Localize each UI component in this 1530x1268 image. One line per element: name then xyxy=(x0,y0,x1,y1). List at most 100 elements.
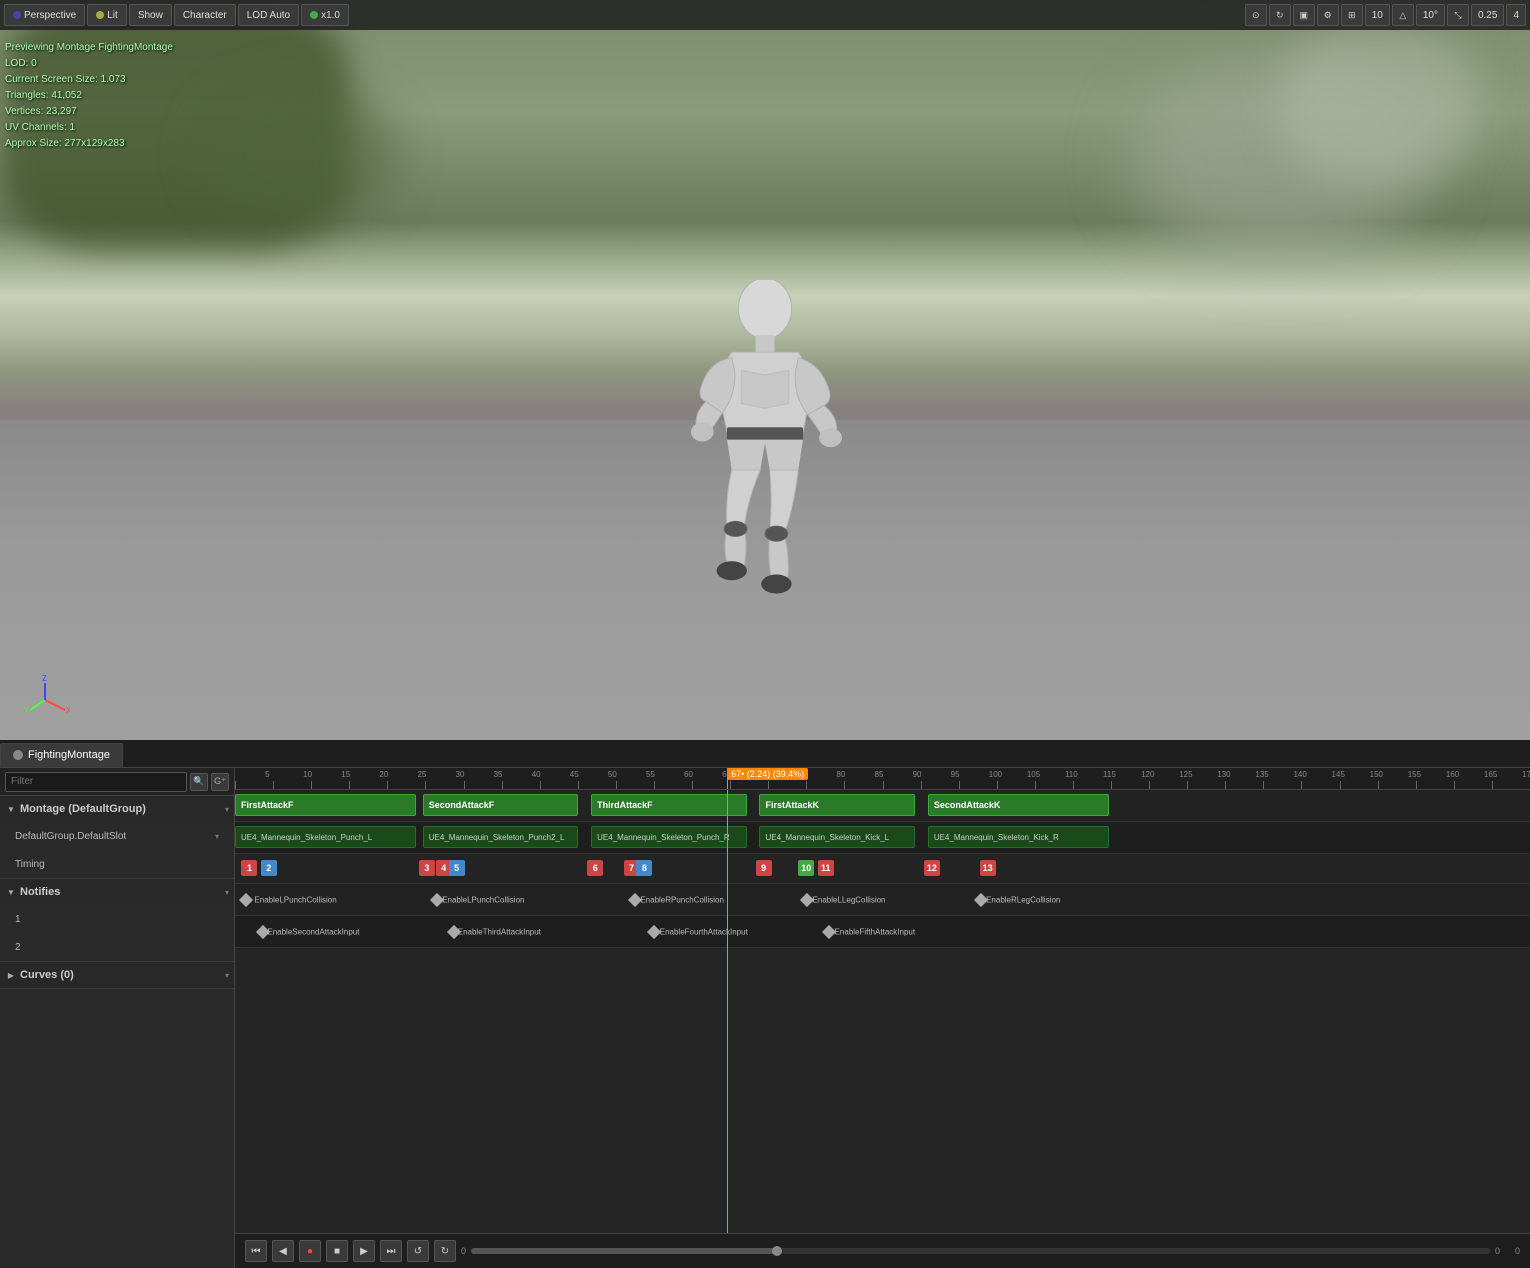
montage-segment[interactable]: ThirdAttackF xyxy=(591,794,746,816)
montage-section-header[interactable]: ▼ Montage (DefaultGroup) ▾ xyxy=(0,796,234,822)
record-btn[interactable]: ● xyxy=(299,1240,321,1262)
left-sidebar: 🔍 G⁺ ▼ Montage (DefaultGroup) ▾ DefaultG… xyxy=(0,768,235,1268)
timing-label: Timing xyxy=(15,859,219,870)
timing-row: 12345678910111213 xyxy=(235,854,1530,884)
grid-size[interactable]: 10 xyxy=(1365,4,1390,26)
default-slot-label: DefaultGroup.DefaultSlot xyxy=(15,831,215,842)
num-marker[interactable]: 12 xyxy=(924,860,940,876)
search-icon[interactable]: 🔍 xyxy=(190,773,208,791)
perspective-btn[interactable]: Perspective xyxy=(4,4,85,26)
lod-btn[interactable]: LOD Auto xyxy=(238,4,299,26)
slot-dropdown-arrow: ▾ xyxy=(215,832,219,841)
notifies-section-header[interactable]: ▼ Notifies ▾ xyxy=(0,879,234,905)
approx-size-stat: Approx Size: 277x129x283 xyxy=(5,136,173,152)
lit-btn[interactable]: Lit xyxy=(87,4,127,26)
num-marker[interactable]: 6 xyxy=(587,860,603,876)
scale-icon-btn[interactable]: ⤡ xyxy=(1447,4,1469,26)
playhead-position: (2.24) (39.4%) xyxy=(747,769,805,779)
speed-btn[interactable]: x1.0 xyxy=(301,4,349,26)
svg-text:Y: Y xyxy=(24,706,30,715)
scrubber-thumb[interactable] xyxy=(772,1246,782,1256)
triangles-stat: Triangles: 41,052 xyxy=(5,88,173,104)
stop-btn[interactable]: ■ xyxy=(326,1240,348,1262)
show-btn[interactable]: Show xyxy=(129,4,172,26)
preview-title: Previewing Montage FightingMontage xyxy=(5,40,173,56)
refresh-btn[interactable]: ↻ xyxy=(434,1240,456,1262)
viewport: Previewing Montage FightingMontage LOD: … xyxy=(0,0,1530,740)
num-marker[interactable]: 10 xyxy=(798,860,814,876)
grid-icon-btn[interactable]: ⊞ xyxy=(1341,4,1363,26)
anim-segment[interactable]: UE4_Mannequin_Skeleton_Punch_L xyxy=(235,826,416,848)
fighting-montage-tab[interactable]: FightingMontage xyxy=(0,743,123,767)
filter-bar: 🔍 G⁺ xyxy=(0,768,234,796)
anim-segment[interactable]: UE4_Mannequin_Skeleton_Kick_L xyxy=(759,826,914,848)
montage-section: ▼ Montage (DefaultGroup) ▾ DefaultGroup.… xyxy=(0,796,234,879)
notify-label: EnableFifthAttackInput xyxy=(835,928,916,937)
num-marker[interactable]: 8 xyxy=(636,860,652,876)
notify-diamond[interactable] xyxy=(239,893,253,907)
notify-1-label: 1 xyxy=(15,914,219,925)
curves-expand-arrow: ▶ xyxy=(5,969,17,981)
curves-section-header[interactable]: ▶ Curves (0) ▾ xyxy=(0,962,234,988)
speed-icon xyxy=(310,11,318,19)
timeline-ruler[interactable]: 67• (2.24) (39.4%) 051015202530354045505… xyxy=(235,768,1530,790)
add-icon[interactable]: G⁺ xyxy=(211,773,229,791)
camera-speed[interactable]: 4 xyxy=(1506,4,1526,26)
num-marker[interactable]: 2 xyxy=(261,860,277,876)
play-btn[interactable]: ▶ xyxy=(353,1240,375,1262)
anim-segment[interactable]: UE4_Mannequin_Skeleton_Punch_R xyxy=(591,826,746,848)
loop-btn[interactable]: ↺ xyxy=(407,1240,429,1262)
montage-section-label: Montage (DefaultGroup) xyxy=(20,803,146,815)
scale-value[interactable]: 0.25 xyxy=(1471,4,1504,26)
timing-item[interactable]: Timing xyxy=(0,850,234,878)
begin-btn[interactable]: ⏮ xyxy=(245,1240,267,1262)
camera-icon-btn[interactable]: ⊙ xyxy=(1245,4,1267,26)
filter-input[interactable] xyxy=(5,772,187,792)
scrubber-fill xyxy=(471,1248,777,1254)
num-marker[interactable]: 13 xyxy=(980,860,996,876)
anim-segment[interactable]: UE4_Mannequin_Skeleton_Punch2_L xyxy=(423,826,578,848)
default-slot-item[interactable]: DefaultGroup.DefaultSlot ▾ xyxy=(0,822,234,850)
settings-icon-btn[interactable]: ⚙ xyxy=(1317,4,1339,26)
notify-label: EnableRPunchCollision xyxy=(640,896,724,905)
notifies-section-label: Notifies xyxy=(20,886,60,898)
svg-text:Z: Z xyxy=(42,675,47,683)
rotate-icon-btn[interactable]: ↻ xyxy=(1269,4,1291,26)
rotation-value[interactable]: 10° xyxy=(1416,4,1445,26)
lod-stat: LOD: 0 xyxy=(5,56,173,72)
anim-segment[interactable]: UE4_Mannequin_Skeleton_Kick_R xyxy=(928,826,1109,848)
montage-segment[interactable]: FirstAttackF xyxy=(235,794,416,816)
montage-segment[interactable]: SecondAttackK xyxy=(928,794,1109,816)
grid-angle-icon[interactable]: △ xyxy=(1392,4,1414,26)
montage-segment[interactable]: SecondAttackF xyxy=(423,794,578,816)
scrubber-start: 0 xyxy=(461,1246,466,1256)
num-marker[interactable]: 1 xyxy=(241,860,257,876)
scrubber-area[interactable]: 0 0 xyxy=(461,1246,1500,1256)
notify-label: EnableSecondAttackInput xyxy=(267,928,359,937)
scrubber-bar[interactable] xyxy=(471,1248,1490,1254)
viewport-toolbar: Perspective Lit Show Character LOD Auto … xyxy=(0,0,1530,30)
montage-segment[interactable]: FirstAttackK xyxy=(759,794,914,816)
axes-indicator: X Y Z xyxy=(20,675,70,725)
viewport-info: Previewing Montage FightingMontage LOD: … xyxy=(5,40,173,152)
num-marker[interactable]: 5 xyxy=(449,860,465,876)
num-marker[interactable]: 9 xyxy=(756,860,772,876)
perspective-icon xyxy=(13,11,21,19)
curves-section: ▶ Curves (0) ▾ xyxy=(0,962,234,989)
notify-label: EnableLPunchCollision xyxy=(442,896,524,905)
notify-2-item[interactable]: 2 xyxy=(0,933,234,961)
frame-counter: 0 xyxy=(1515,1246,1520,1256)
num-marker[interactable]: 3 xyxy=(419,860,435,876)
timeline-tracks[interactable]: FirstAttackF SecondAttackF ThirdAttackF Fir… xyxy=(235,790,1530,1233)
next-frame-btn[interactable]: ⏭ xyxy=(380,1240,402,1262)
notify-1-item[interactable]: 1 xyxy=(0,905,234,933)
show-label: Show xyxy=(138,10,163,21)
render-icon-btn[interactable]: ▣ xyxy=(1293,4,1315,26)
perspective-label: Perspective xyxy=(24,10,76,21)
screen-size-stat: Current Screen Size: 1.073 xyxy=(5,72,173,88)
scrubber-end: 0 xyxy=(1495,1246,1500,1256)
curves-dropdown-arrow: ▾ xyxy=(225,971,229,980)
character-btn[interactable]: Character xyxy=(174,4,236,26)
prev-btn[interactable]: ◀ xyxy=(272,1240,294,1262)
num-marker[interactable]: 11 xyxy=(818,860,834,876)
